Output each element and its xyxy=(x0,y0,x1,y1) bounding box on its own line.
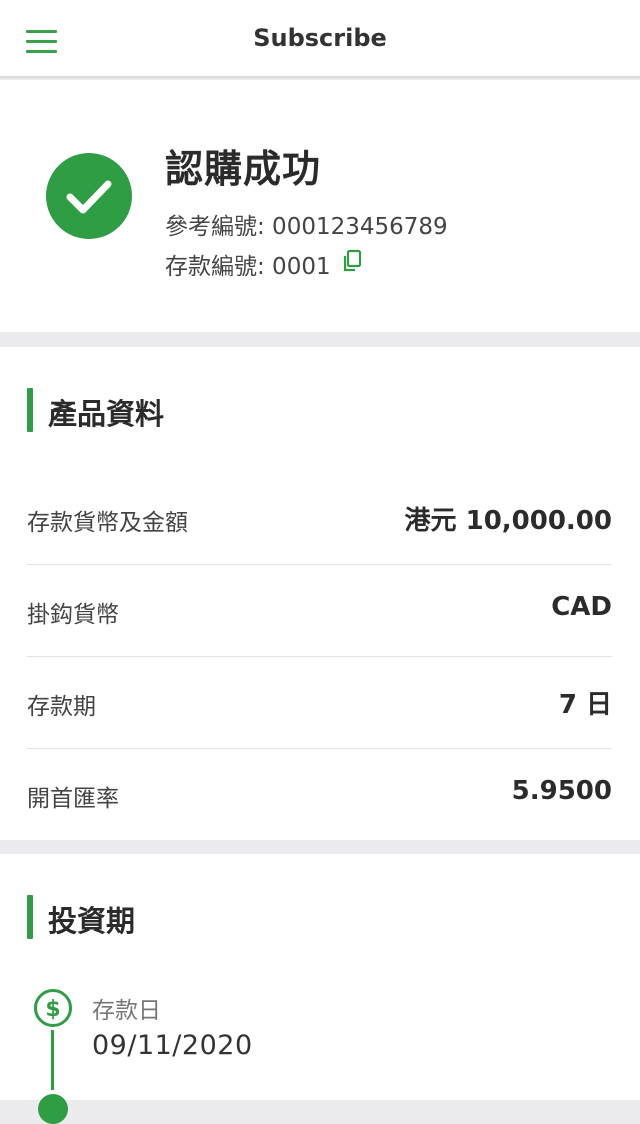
row-value: CAD xyxy=(551,592,612,622)
check-circle-icon xyxy=(46,153,132,239)
dollar-circle-icon: $ xyxy=(33,988,73,1028)
row-label: 存款期 xyxy=(27,694,96,720)
row-label: 掛鈎貨幣 xyxy=(27,602,119,628)
info-row-deposit-amount: 存款貨幣及金額 港元 10,000.00 xyxy=(27,472,612,565)
section-title-product: 產品資料 xyxy=(48,397,165,431)
top-app-bar: Subscribe xyxy=(0,0,640,78)
timeline-connector xyxy=(51,1030,54,1090)
success-card: 認購成功 參考編號: 000123456789 存款編號: 0001 xyxy=(0,80,640,332)
section-accent-bar xyxy=(27,895,33,939)
info-row-linked-currency: 掛鈎貨幣 CAD xyxy=(27,564,612,657)
svg-text:$: $ xyxy=(45,997,60,1022)
row-value: 港元 10,000.00 xyxy=(404,506,612,536)
row-label: 存款貨幣及金額 xyxy=(27,510,188,536)
section-accent-bar xyxy=(27,388,33,432)
info-row-deposit-period: 存款期 7 日 xyxy=(27,656,612,749)
deposit-number: 存款編號: 0001 xyxy=(165,254,331,280)
timeline-label: 存款日 xyxy=(92,998,161,1024)
timeline-node xyxy=(38,1094,68,1124)
page-title: Subscribe xyxy=(253,24,387,52)
copy-icon[interactable] xyxy=(341,249,363,273)
product-info-card: 產品資料 存款貨幣及金額 港元 10,000.00 掛鈎貨幣 CAD 存款期 7… xyxy=(0,347,640,840)
success-title: 認購成功 xyxy=(165,147,322,191)
row-value: 5.9500 xyxy=(511,776,612,806)
row-value: 7 日 xyxy=(558,690,612,720)
info-row-initial-rate: 開首匯率 5.9500 xyxy=(27,748,612,840)
investment-period-card: 投資期 $ 存款日 09/11/2020 xyxy=(0,854,640,1124)
section-title-investment: 投資期 xyxy=(48,904,136,938)
timeline-date: 09/11/2020 xyxy=(92,1030,253,1061)
row-label: 開首匯率 xyxy=(27,786,119,812)
reference-number: 參考編號: 000123456789 xyxy=(165,214,448,240)
